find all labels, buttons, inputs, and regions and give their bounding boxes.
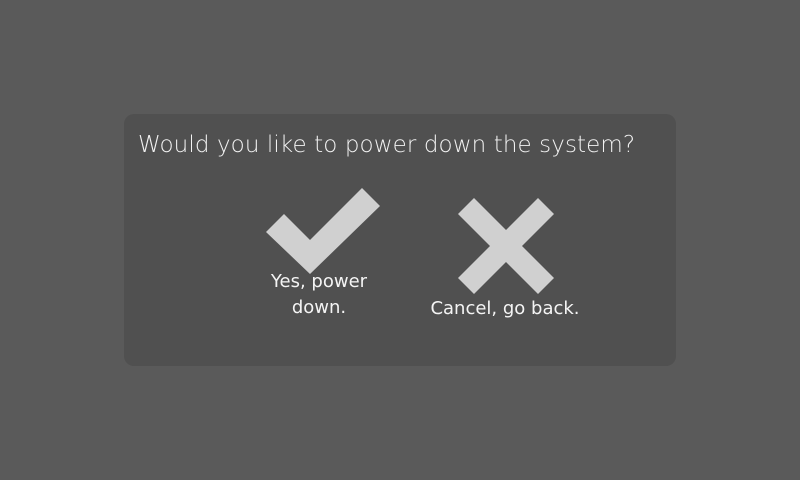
cancel-label: Cancel, go back. bbox=[430, 298, 580, 319]
power-down-dialog: Would you like to power down the system?… bbox=[124, 114, 676, 366]
dialog-question: Would you like to power down the system? bbox=[138, 132, 636, 158]
confirm-label: Yes, power down. bbox=[254, 269, 384, 321]
x-icon bbox=[458, 198, 554, 294]
confirm-power-down-button[interactable]: Yes, power down. bbox=[254, 184, 384, 324]
confirm-label-line1: Yes, power bbox=[270, 271, 368, 292]
cancel-button[interactable]: Cancel, go back. bbox=[422, 198, 588, 324]
confirm-label-line2: down. bbox=[291, 297, 347, 318]
check-icon bbox=[266, 188, 380, 274]
